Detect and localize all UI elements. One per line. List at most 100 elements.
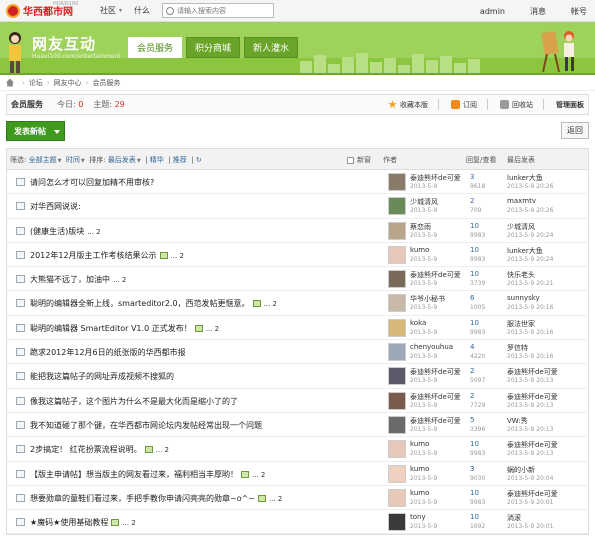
avatar[interactable] — [388, 415, 406, 434]
thread-title[interactable]: 我不知道碰了那个键，在华西都市网论坛内发帖经常出现一个问题 — [30, 421, 262, 430]
last-post-user[interactable]: 泰迪熊坏de可爱 — [507, 489, 558, 499]
thread-title[interactable]: 2012年12月版主工作考核结果公示 — [30, 251, 157, 260]
thread-title[interactable]: 聪明的编辑器全新上线，smarteditor2.0，西范发帖更惬意。 — [30, 299, 250, 308]
last-post-user[interactable]: lunker大鱼 — [507, 246, 543, 256]
last-post-user[interactable]: lunker大鱼 — [507, 173, 543, 183]
thread-author[interactable]: 泰迪熊坏de可爱 — [410, 392, 461, 402]
username-link[interactable]: admin — [480, 7, 505, 16]
last-post-user[interactable]: maxmtv — [507, 197, 536, 205]
avatar[interactable] — [388, 343, 406, 362]
thread-pages[interactable]: ... 2 — [206, 325, 219, 333]
home-icon[interactable] — [6, 78, 14, 87]
tab-newbie-chat[interactable]: 新人灌水 — [244, 37, 299, 58]
thread-title[interactable]: ★魔码★使用基础教程 — [30, 518, 108, 527]
thread-author[interactable]: tony — [410, 513, 426, 521]
avatar[interactable] — [388, 464, 406, 483]
favorite-forum-button[interactable]: 收藏本版 — [388, 100, 428, 110]
back-button[interactable]: 返回 — [561, 122, 589, 139]
last-post-time[interactable]: 2013-5-9 20:24 — [507, 256, 553, 263]
thread-author[interactable]: kumo — [410, 440, 429, 448]
last-post-time[interactable]: 2013-5-9 20:13 — [507, 426, 553, 433]
avatar[interactable] — [388, 488, 406, 507]
last-post-user[interactable]: 少城清风 — [507, 222, 535, 232]
thread-title[interactable]: 【版主申请帖】想当版主的网友看过来，福利相当丰厚哟！ — [30, 470, 238, 479]
last-post-time[interactable]: 2013-5-9 20:13 — [507, 377, 553, 384]
last-post-user[interactable]: 泰迪熊坏de可爱 — [507, 392, 558, 402]
thread-author[interactable]: 泰迪熊坏de可爱 — [410, 367, 461, 377]
last-post-time[interactable]: 2013-5-9 20:13 — [507, 402, 553, 409]
account-menu[interactable]: 帐号 — [571, 6, 587, 17]
thread-pages[interactable]: ... 2 — [252, 471, 265, 479]
dropdown-arrow-icon[interactable] — [54, 130, 60, 134]
avatar[interactable] — [388, 270, 406, 289]
manage-panel-button[interactable]: 管理面板 — [556, 100, 584, 110]
thread-title[interactable]: 想要勋章的童鞋们看过来，手把手教你申请闪亮亮的勋章~o^~ — [30, 494, 255, 503]
avatar[interactable] — [388, 391, 406, 410]
thread-author[interactable]: 泰迪熊坏de可爱 — [410, 173, 461, 183]
tab-member-service[interactable]: 会员服务 — [128, 37, 183, 58]
avatar[interactable] — [388, 367, 406, 386]
avatar[interactable] — [388, 173, 406, 191]
thread-pages[interactable]: ... 2 — [264, 300, 277, 308]
filter-time[interactable]: 时间 — [66, 156, 80, 164]
thread-title[interactable]: 能把我这篇帖子的网址弄成视频不搜狐的 — [30, 372, 174, 381]
thread-pages[interactable]: ... 2 — [122, 519, 135, 527]
last-post-time[interactable]: 2013-5-9 20:01 — [507, 523, 553, 530]
last-post-time[interactable]: 2013-5-9 20:24 — [507, 232, 553, 239]
last-post-time[interactable]: 2013-5-9 20:16 — [507, 329, 553, 336]
filter-digest[interactable]: 精华 — [150, 156, 164, 164]
thread-title[interactable]: 跪求2012年12月6日的纸张版的华西都市报 — [30, 348, 186, 357]
recycle-bin-button[interactable]: 回收站 — [500, 100, 533, 110]
last-post-user[interactable]: 快乐老头 — [507, 270, 535, 280]
last-post-time[interactable]: 2013-5-9 20:16 — [507, 304, 553, 311]
last-post-column-header[interactable]: 最后发表 — [507, 155, 535, 165]
search-icon[interactable] — [166, 6, 175, 15]
last-post-time[interactable]: 2013-5-9 20:21 — [507, 280, 553, 287]
breadcrumb-user-center[interactable]: 网友中心 — [54, 78, 82, 88]
last-post-user[interactable]: 泰迪熊坏de可爱 — [507, 367, 558, 377]
thread-title[interactable]: (健康生活)版块 — [30, 227, 84, 236]
last-post-time[interactable]: 2013-5-9 20:26 — [507, 207, 553, 214]
filter-recommend[interactable]: 推荐 — [173, 156, 187, 164]
thread-pages[interactable]: ... 2 — [87, 228, 100, 236]
filter-all-topics[interactable]: 全部主题 — [29, 156, 57, 164]
last-post-time[interactable]: 2013-5-9 20:16 — [507, 353, 553, 360]
thread-author[interactable]: chenyouhua — [410, 343, 453, 351]
thread-title[interactable]: 请问怎么才可以回复加精不用审核? — [30, 178, 154, 187]
avatar[interactable] — [388, 245, 406, 264]
last-post-time[interactable]: 2013-5-9 20:01 — [507, 499, 553, 506]
thread-author[interactable]: koka — [410, 319, 426, 327]
refresh-icon[interactable]: ↻ — [196, 156, 202, 164]
last-post-user[interactable]: 罗信特 — [507, 343, 528, 353]
thread-author[interactable]: 少城清风 — [410, 197, 438, 207]
last-post-user[interactable]: sunnysky — [507, 294, 540, 302]
thread-title[interactable]: 大熊猫不远了，加油中 — [30, 275, 110, 284]
thread-author[interactable]: 华爷小秘书 — [410, 294, 445, 304]
subscribe-button[interactable]: 订阅 — [451, 100, 477, 110]
last-post-time[interactable]: 2013-5-9 20:26 — [507, 183, 553, 190]
breadcrumb-forum[interactable]: 论坛 — [29, 78, 43, 88]
tab-points-mall[interactable]: 积分商城 — [186, 37, 241, 58]
last-post-user[interactable]: 服法世家 — [507, 319, 535, 329]
new-window-toggle[interactable]: 新窗 — [347, 155, 371, 165]
breadcrumb-member-service[interactable]: 会员服务 — [92, 78, 120, 88]
thread-pages[interactable]: ... 2 — [269, 495, 282, 503]
last-post-user[interactable]: 蜗的小新 — [507, 465, 535, 475]
messages-menu[interactable]: 消息 — [530, 6, 546, 17]
thread-author[interactable]: 泰迪熊坏de可爱 — [410, 416, 461, 426]
thread-pages[interactable]: ... 2 — [156, 446, 169, 454]
thread-title[interactable]: 聪明的编辑器 SmartEditor V1.0 正式发布！ — [30, 324, 192, 333]
last-post-user[interactable]: 淌滚 — [507, 513, 521, 523]
avatar[interactable] — [388, 513, 406, 532]
thread-author[interactable]: kumo — [410, 489, 429, 497]
thread-title[interactable]: 像我这篇帖子，这个图片为什么不是最大化而是缩小了的了 — [30, 397, 238, 406]
new-window-checkbox[interactable] — [347, 156, 354, 164]
avatar[interactable] — [388, 294, 406, 313]
sort-last-post[interactable]: 最后发表 — [108, 156, 136, 164]
avatar[interactable] — [388, 221, 406, 240]
thread-pages[interactable]: ... 2 — [171, 252, 184, 260]
new-post-button[interactable]: 发表新帖 — [6, 121, 65, 141]
last-post-time[interactable]: 2013-5-9 20:13 — [507, 450, 553, 457]
search-input[interactable] — [174, 6, 271, 15]
thread-author[interactable]: kumo — [410, 246, 429, 254]
